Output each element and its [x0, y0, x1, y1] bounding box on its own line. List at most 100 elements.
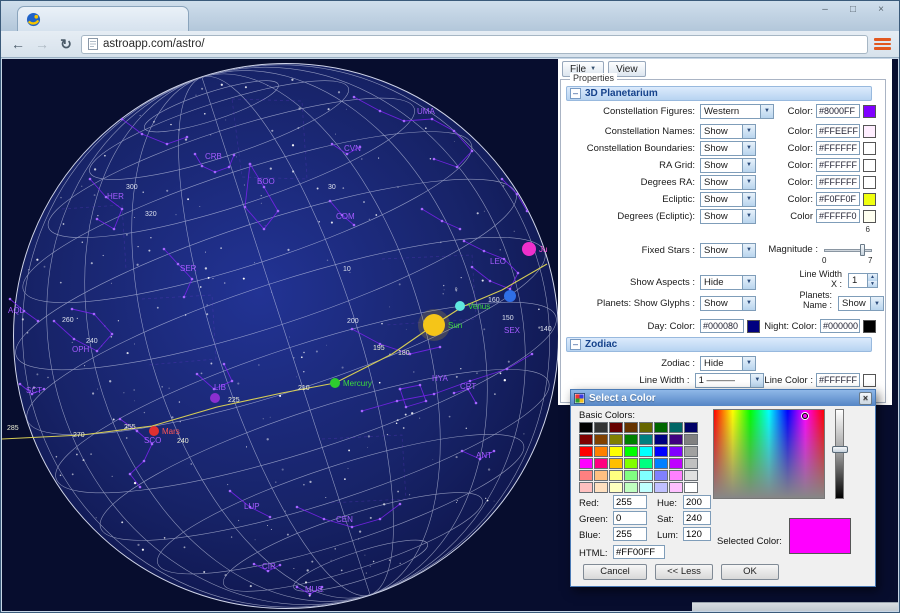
ra-grid-select[interactable]: Show ▼	[700, 158, 756, 173]
spinner-value[interactable]: 1	[849, 274, 867, 287]
line-color-swatch[interactable]	[863, 374, 876, 387]
basic-color-swatch[interactable]	[669, 458, 683, 469]
browser-titlebar[interactable]: – □ ×	[1, 1, 899, 31]
basic-color-swatch[interactable]	[669, 422, 683, 433]
browser-menu-icon[interactable]	[874, 38, 891, 50]
basic-color-swatch[interactable]	[654, 446, 668, 457]
reload-button[interactable]: ↻	[57, 36, 75, 53]
green-input[interactable]	[613, 511, 647, 525]
luminance-handle[interactable]	[832, 446, 848, 453]
basic-color-swatch[interactable]	[669, 482, 683, 493]
show-aspects-select[interactable]: Hide ▼	[700, 275, 756, 290]
color-swatch[interactable]	[863, 193, 876, 206]
planet-Mars[interactable]: Mars	[149, 426, 180, 436]
url-text[interactable]: astroapp.com/astro/	[103, 38, 205, 50]
blue-input[interactable]	[613, 527, 647, 541]
planet-Mercury[interactable]: Mercury	[330, 378, 372, 388]
basic-color-swatch[interactable]	[654, 470, 668, 481]
basic-color-swatch[interactable]	[624, 434, 638, 445]
ecliptic-select[interactable]: Show ▼	[700, 192, 756, 207]
basic-color-swatch[interactable]	[609, 458, 623, 469]
night-color-field[interactable]: #000000	[820, 319, 860, 333]
color-value-field[interactable]: #F0FF0F	[816, 192, 860, 206]
magnitude-slider-handle[interactable]	[860, 244, 865, 256]
dialog-close-button[interactable]: ×	[859, 392, 872, 405]
planet-dot[interactable]	[210, 393, 220, 403]
basic-color-swatch[interactable]	[594, 482, 608, 493]
collapse-icon[interactable]: –	[570, 339, 581, 350]
basic-color-swatch[interactable]	[624, 422, 638, 433]
basic-color-swatch[interactable]	[639, 422, 653, 433]
color-value-field[interactable]: #FFFFFF	[816, 141, 860, 155]
basic-color-swatch[interactable]	[609, 470, 623, 481]
html-input[interactable]	[613, 545, 665, 559]
hue-sat-marker[interactable]	[802, 413, 808, 419]
basic-color-swatch[interactable]	[609, 482, 623, 493]
degrees-ra-select[interactable]: Show ▼	[700, 175, 756, 190]
day-color-field[interactable]: #000080	[700, 319, 744, 333]
basic-color-swatch[interactable]	[594, 470, 608, 481]
basic-color-swatch[interactable]	[669, 446, 683, 457]
basic-color-swatch[interactable]	[654, 458, 668, 469]
color-swatch[interactable]	[863, 176, 876, 189]
basic-color-swatch[interactable]	[684, 422, 698, 433]
forward-button[interactable]: →	[33, 36, 51, 52]
color-value-field[interactable]: #FFFFFF	[816, 175, 860, 189]
red-input[interactable]	[613, 495, 647, 509]
back-button[interactable]: ←	[9, 36, 27, 52]
basic-color-swatch[interactable]	[639, 470, 653, 481]
color-value-field[interactable]: #FFEEFF	[816, 124, 860, 138]
basic-color-swatch[interactable]	[624, 458, 638, 469]
lum-input[interactable]	[683, 527, 711, 541]
spinner-down-icon[interactable]: ▼	[868, 281, 877, 288]
basic-color-swatch[interactable]	[579, 422, 593, 433]
planets-name-select[interactable]: Show ▼	[838, 296, 884, 311]
basic-color-swatch[interactable]	[684, 470, 698, 481]
line-color-field[interactable]: #FFFFFF	[816, 373, 860, 387]
basic-color-swatch[interactable]	[579, 446, 593, 457]
basic-color-swatch[interactable]	[639, 482, 653, 493]
address-bar[interactable]: astroapp.com/astro/	[81, 35, 868, 54]
basic-color-swatch[interactable]	[624, 470, 638, 481]
day-color-swatch[interactable]	[747, 320, 760, 333]
basic-color-swatch[interactable]	[684, 482, 698, 493]
planetarium-sphere[interactable]: 3010300320260240200160150140285270255240…	[2, 59, 568, 611]
basic-color-swatch[interactable]	[594, 434, 608, 445]
cancel-button[interactable]: Cancel	[583, 564, 647, 580]
basic-color-swatch[interactable]	[609, 446, 623, 457]
basic-color-swatch[interactable]	[654, 434, 668, 445]
basic-color-swatch[interactable]	[639, 434, 653, 445]
color-swatch[interactable]	[863, 142, 876, 155]
zodiac-line-width-select[interactable]: 1 ——— ▼	[695, 373, 765, 388]
section-3d-planetarium[interactable]: – 3D Planetarium	[566, 86, 872, 101]
color-swatch[interactable]	[863, 210, 876, 223]
basic-color-swatch[interactable]	[639, 458, 653, 469]
basic-color-swatch[interactable]	[609, 422, 623, 433]
basic-color-swatch[interactable]	[609, 434, 623, 445]
planet-dot[interactable]	[504, 290, 516, 302]
basic-color-swatch[interactable]	[669, 434, 683, 445]
color-value-field[interactable]: #8000FF	[816, 104, 860, 118]
constellation-figures-select[interactable]: Western ▼	[700, 104, 774, 119]
basic-color-swatch[interactable]	[684, 446, 698, 457]
basic-color-swatch[interactable]	[579, 434, 593, 445]
sat-input[interactable]	[683, 511, 711, 525]
line-width-spinner[interactable]: 1 ▲ ▼	[848, 273, 878, 288]
basic-color-swatch[interactable]	[624, 482, 638, 493]
basic-color-swatch[interactable]	[579, 470, 593, 481]
dialog-titlebar[interactable]: Select a Color ×	[571, 390, 875, 406]
maximize-button[interactable]: □	[839, 2, 867, 18]
minimize-button[interactable]: –	[811, 2, 839, 18]
color-swatch[interactable]	[863, 125, 876, 138]
basic-color-swatch[interactable]	[594, 458, 608, 469]
basic-color-swatch[interactable]	[594, 446, 608, 457]
basic-color-swatch[interactable]	[579, 482, 593, 493]
section-zodiac[interactable]: – Zodiac	[566, 337, 872, 352]
color-swatch[interactable]	[863, 159, 876, 172]
planet-Venus[interactable]: Venus	[455, 301, 490, 311]
color-value-field[interactable]: #FFFFF0	[816, 209, 860, 223]
color-swatch[interactable]	[863, 105, 876, 118]
basic-color-swatch[interactable]	[684, 434, 698, 445]
browser-tab[interactable]	[17, 6, 189, 31]
degrees-ecliptic-select[interactable]: Show ▼	[700, 209, 756, 224]
